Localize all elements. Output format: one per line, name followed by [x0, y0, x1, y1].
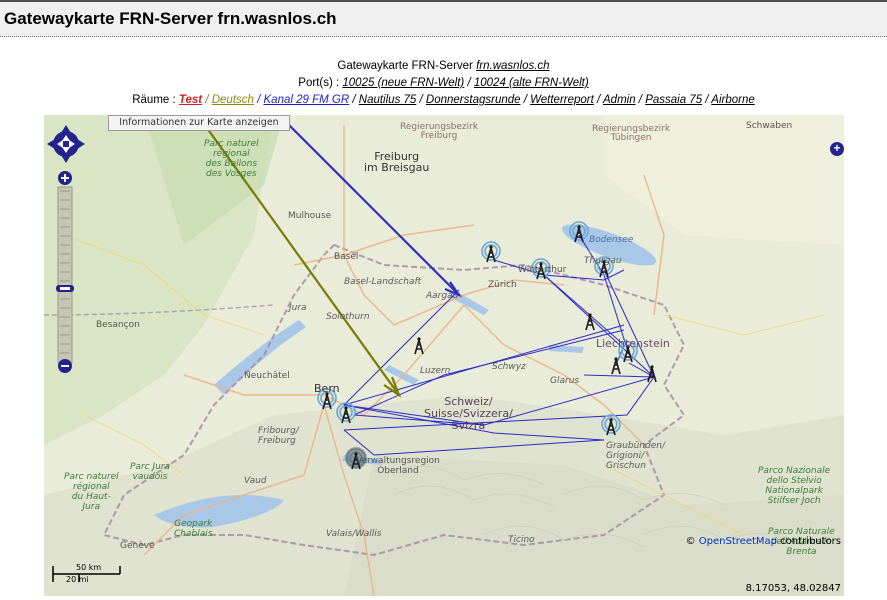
label-park-haut-jura: Parc naturel régional du Haut- Jura: [64, 472, 119, 512]
openstreetmap-link[interactable]: OpenStreetMap: [699, 536, 777, 547]
label-geneve: Genève: [120, 541, 155, 551]
label-park-chablais: Geopark Chablais: [174, 519, 213, 539]
label-graubunden: Graubünden/ Grigioni/ Grischun: [606, 441, 666, 471]
label-luzern: Luzern: [420, 366, 451, 376]
room-separator: /: [416, 94, 426, 106]
room-link-wetterreport[interactable]: Wetterreport: [530, 94, 594, 106]
zoom-in-button[interactable]: [58, 171, 72, 185]
label-thurgau: Thurgau: [584, 256, 622, 266]
label-winterthur: Winterthur: [518, 265, 567, 275]
room-link-test[interactable]: Test: [179, 94, 202, 106]
label-schwyz: Schwyz: [492, 362, 526, 372]
room-separator: /: [349, 94, 359, 106]
label-park-vosges: Parc naturel régional des Ballons des Vo…: [204, 139, 259, 179]
cursor-coordinates: 8.17053, 48.02847: [745, 583, 841, 594]
port-link-10024[interactable]: 10024 (alte FRN-Welt): [474, 77, 589, 89]
map-attribution: © OpenStreetMap contributors: [685, 536, 841, 547]
label-basel: Basel: [334, 252, 359, 262]
room-separator: /: [702, 94, 712, 106]
label-ticino: Ticino: [508, 535, 535, 545]
room-separator: /: [635, 94, 646, 106]
map-info-button[interactable]: Informationen zur Karte anzeigen: [108, 115, 290, 131]
pan-left-icon: [47, 139, 55, 149]
room-link-passaia-75[interactable]: Passaia 75: [645, 94, 702, 106]
page-title: Gatewaykarte FRN-Server frn.wasnlos.ch: [4, 9, 337, 28]
label-valais: Valais/Wallis: [326, 529, 382, 539]
room-link-donnerstagsrunde[interactable]: Donnerstagsrunde: [426, 94, 521, 106]
label-aargau: Aargau: [426, 291, 459, 301]
rooms-row: Räume : Test / Deutsch / Kanal 29 FM GR …: [0, 92, 887, 109]
pan-control[interactable]: [47, 125, 85, 163]
room-link-airborne[interactable]: Airborne: [711, 94, 754, 106]
label-mulhouse: Mulhouse: [288, 211, 332, 221]
rooms-label: Räume :: [132, 94, 179, 106]
gateway-map[interactable]: Regierungsbezirk Freiburg Regierungsbezi…: [44, 115, 844, 596]
pan-up-icon: [61, 125, 71, 133]
layer-switcher-plus-icon[interactable]: +: [830, 142, 844, 156]
room-link-nautilus-75[interactable]: Nautilus 75: [359, 94, 417, 106]
label-tuebingen-bezirk: Regierungsbezirk Tübingen: [592, 124, 671, 143]
map-base: [44, 115, 844, 596]
room-link-kanal-29-fm-gr[interactable]: Kanal 29 FM GR: [264, 94, 350, 106]
ports-row: Port(s) : 10025 (neue FRN-Welt) / 10024 …: [298, 77, 589, 89]
label-neuchatel: Neuchâtel: [244, 371, 290, 381]
label-schwaben: Schwaben: [746, 121, 793, 131]
page-header: Gatewaykarte FRN-Server frn.wasnlos.ch: [0, 0, 887, 36]
label-besancon: Besançon: [96, 320, 140, 330]
room-separator: /: [593, 94, 603, 106]
label-glarus: Glarus: [550, 376, 580, 386]
label-basel-landschaft: Basel-Landschaft: [344, 277, 422, 287]
label-vaud: Vaud: [244, 476, 267, 486]
scale-km: 50 km: [76, 563, 102, 572]
label-bodensee: Bodensee: [589, 235, 634, 245]
label-jura: Jura: [289, 303, 307, 313]
label-solothurn: Solothurn: [326, 312, 370, 322]
label-bern: Bern: [314, 382, 340, 395]
label-park-stelvio: Parco Nazionale dello Stelvio Nationalpa…: [758, 466, 831, 506]
zoom-out-button[interactable]: [58, 359, 72, 373]
info-heading: Gatewaykarte FRN-Server frn.wasnlos.ch: [337, 60, 550, 72]
header-divider: [0, 36, 887, 37]
pan-down-icon: [61, 155, 71, 163]
pan-zoom-control: [47, 125, 85, 373]
label-park-jura-vaudois: Parc Jura vaudois: [130, 462, 171, 482]
server-link[interactable]: frn.wasnlos.ch: [476, 60, 550, 72]
label-fribourg: Fribourg/ Freiburg: [258, 426, 299, 446]
room-separator: /: [520, 94, 531, 106]
room-separator: /: [202, 94, 212, 106]
label-liechtenstein: Liechtenstein: [596, 337, 670, 350]
room-separator: /: [253, 94, 264, 106]
label-switzerland: Schweiz/ Suisse/Svizzera/ Svizra: [424, 395, 513, 432]
port-link-10025[interactable]: 10025 (neue FRN-Welt): [342, 77, 464, 89]
zoom-slider[interactable]: [56, 186, 74, 364]
scale-mi: 20 mi: [66, 575, 89, 584]
label-freiburg: Freiburg im Breisgau: [364, 150, 430, 174]
minus-icon: [61, 365, 69, 367]
pan-right-icon: [77, 139, 85, 149]
info-block: Gatewaykarte FRN-Server frn.wasnlos.ch P…: [0, 58, 887, 109]
room-link-admin[interactable]: Admin: [603, 94, 636, 106]
label-oberland: Verwaltungsregion Oberland: [356, 456, 440, 476]
label-freiburg-bezirk: Regierungsbezirk Freiburg: [400, 122, 479, 141]
room-link-deutsch[interactable]: Deutsch: [212, 94, 254, 106]
label-zurich: Zürich: [488, 280, 517, 290]
